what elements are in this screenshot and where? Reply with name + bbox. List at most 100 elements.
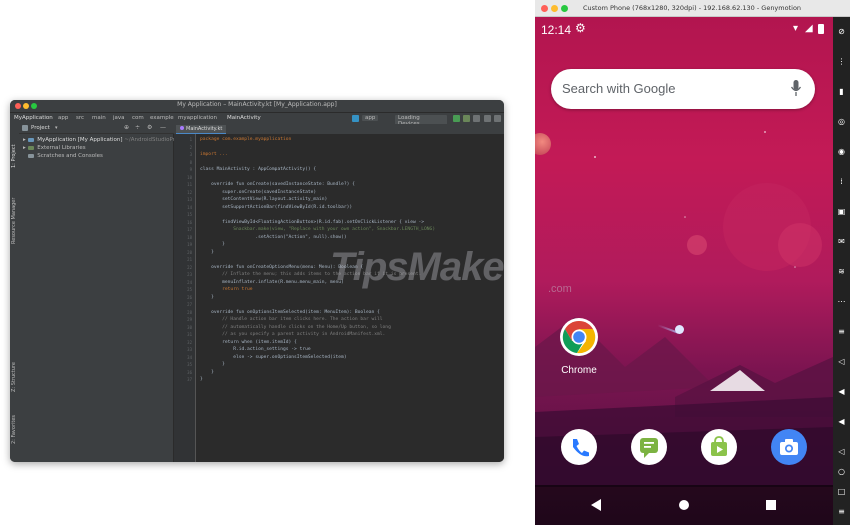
nav-home-icon[interactable]: ○ (837, 467, 846, 476)
breadcrumb-package[interactable]: myapplication (178, 115, 217, 121)
chevron-right-icon: ▸ (23, 145, 26, 151)
breadcrumb-java[interactable]: java (113, 115, 125, 121)
tree-item-scratches[interactable]: ▸ Scratches and Consoles (23, 153, 103, 159)
editor-tab-bar: MainActivity.kt (174, 124, 504, 134)
volume-icon[interactable]: ◀ (837, 387, 846, 396)
code-line: // automatically handle clicks on the Ho… (200, 324, 391, 330)
target-icon[interactable]: ⊕ (124, 124, 129, 131)
scratches-icon (27, 153, 34, 158)
volume-mute-icon[interactable]: ◀ (837, 417, 846, 426)
search-everywhere-icon[interactable] (494, 115, 501, 122)
favorites-tool-tab[interactable]: 2: Favorites (11, 414, 17, 444)
structure-tool-tab[interactable]: Z: Structure (11, 352, 17, 392)
editor-tab-label: MainActivity.kt (186, 126, 223, 132)
microphone-icon[interactable] (791, 80, 801, 97)
code-line: import ... (200, 152, 228, 157)
project-tool-tab[interactable]: 1: Project (11, 128, 17, 168)
breadcrumb-src[interactable]: src (76, 115, 84, 121)
gps-icon[interactable]: ◎ (837, 117, 846, 126)
chrome-app-icon[interactable] (559, 317, 599, 357)
breadcrumb-main[interactable]: main (92, 115, 106, 121)
line-number: 2 (189, 144, 192, 150)
breadcrumb-com[interactable]: com (132, 115, 144, 121)
breadcrumb-project[interactable]: MyApplication (14, 115, 53, 121)
project-view-selector[interactable]: Project (31, 125, 50, 131)
editor-tab-mainactivity[interactable]: MainActivity.kt (176, 125, 227, 134)
line-number: 10 (187, 174, 192, 180)
wifi-icon: ▾ (793, 23, 799, 34)
watermark-suffix: .com (548, 283, 572, 295)
run-icon[interactable] (453, 115, 460, 122)
power-icon[interactable]: ⊘ (837, 27, 846, 36)
more-icon[interactable]: ≡ (837, 507, 846, 516)
rotate-icon[interactable]: ⁞ (837, 177, 846, 186)
line-number: 28 (187, 309, 192, 315)
google-search-bar[interactable]: Search with Google (551, 69, 815, 109)
genymotion-window-title: Custom Phone (768x1280, 320dpi) - 192.16… (583, 4, 802, 12)
hide-panel-icon[interactable]: — (160, 124, 166, 131)
resource-manager-tool-tab[interactable]: Resource Manager (11, 184, 17, 244)
project-panel: Project ▾ ⊕ ÷ ⚙ — ▸ MyApplication [My Ap… (19, 124, 232, 462)
chrome-app-label: Chrome (561, 365, 597, 376)
recents-icon[interactable] (766, 500, 776, 510)
code-editor[interactable]: MainActivity.kt 1 2 3 8 9 10 11 12 13 14… (174, 124, 504, 462)
wifi-icon[interactable]: ≋ (837, 267, 846, 276)
line-number: 24 (187, 279, 192, 285)
home-icon[interactable] (679, 500, 689, 510)
camera-app-icon[interactable] (771, 429, 807, 465)
line-number: 13 (187, 197, 192, 202)
line-number-gutter: 1 2 3 8 9 10 11 12 13 14 15 16 17 18 19 … (174, 134, 196, 462)
android-screen[interactable]: 12:14 ⚙ ▾ ◢ Search with Google Chrome (535, 17, 833, 525)
code-line: } (200, 249, 214, 255)
run-config-selector[interactable]: app (362, 115, 379, 121)
code-area[interactable]: package com.example.myapplication import… (200, 137, 500, 462)
play-store-app-icon[interactable] (701, 429, 737, 465)
studio-titlebar: My Application – MainActivity.kt [My_App… (10, 100, 504, 112)
minimize-window-button[interactable] (551, 5, 558, 12)
code-line: override fun onCreate(savedInstanceState… (200, 182, 355, 187)
close-window-button[interactable] (541, 5, 548, 12)
breadcrumb-app[interactable]: app (58, 115, 68, 121)
chevron-right-icon: ▸ (23, 137, 26, 143)
line-number: 34 (187, 354, 192, 360)
module-folder-icon (27, 137, 34, 142)
code-line: .setAction("Action", null).show() (200, 234, 347, 240)
line-number: 8 (189, 159, 192, 165)
back-icon[interactable] (590, 499, 602, 511)
maximize-window-button[interactable] (561, 5, 568, 12)
tree-item-external-libraries[interactable]: ▸ External Libraries (23, 145, 86, 151)
code-line: setContentView(R.layout.activity_main) (200, 197, 328, 202)
id-icon[interactable]: ▣ (837, 207, 846, 216)
line-number: 11 (187, 182, 192, 187)
nav-back-icon[interactable]: ◁ (837, 447, 846, 456)
volume-up-icon[interactable]: ⋮ (837, 57, 846, 66)
collapse-icon[interactable]: ÷ (135, 124, 140, 131)
code-line: } (200, 242, 225, 247)
messages-app-icon[interactable] (631, 429, 667, 465)
code-line: override fun onOptionsItemSelected(item:… (200, 309, 380, 315)
code-line: class MainActivity : AppCompatActivity()… (200, 167, 317, 172)
debug-icon[interactable] (463, 115, 470, 122)
volume-down-icon[interactable]: ▮ (837, 87, 846, 96)
chevron-down-icon[interactable]: ▾ (55, 125, 58, 131)
profile-icon[interactable] (473, 115, 480, 122)
share-icon[interactable]: ≡ (837, 327, 846, 336)
camera-icon[interactable]: ◉ (837, 147, 846, 156)
code-line: // as you specify a parent activity in A… (200, 332, 386, 337)
sms-icon[interactable]: ✉ (837, 237, 846, 246)
rotate-left-icon[interactable]: ◁ (837, 357, 846, 366)
menu-icon[interactable]: ⋯ (837, 297, 846, 306)
status-time: 12:14 (541, 23, 572, 37)
breadcrumb-example[interactable]: example (150, 115, 174, 121)
code-line: findViewById<FloatingActionButton>(R.id.… (200, 219, 425, 225)
gear-icon[interactable]: ⚙ (147, 124, 152, 131)
breadcrumb-class[interactable]: MainActivity (227, 115, 261, 121)
hammer-icon[interactable] (352, 115, 359, 122)
code-line: return when (item.itemId) { (200, 339, 297, 345)
code-line: } (200, 362, 225, 367)
stop-icon[interactable] (484, 115, 491, 122)
line-number: 37 (187, 377, 192, 382)
phone-app-icon[interactable] (561, 429, 597, 465)
line-number: 3 (189, 152, 192, 157)
nav-recents-icon[interactable]: □ (837, 487, 846, 496)
